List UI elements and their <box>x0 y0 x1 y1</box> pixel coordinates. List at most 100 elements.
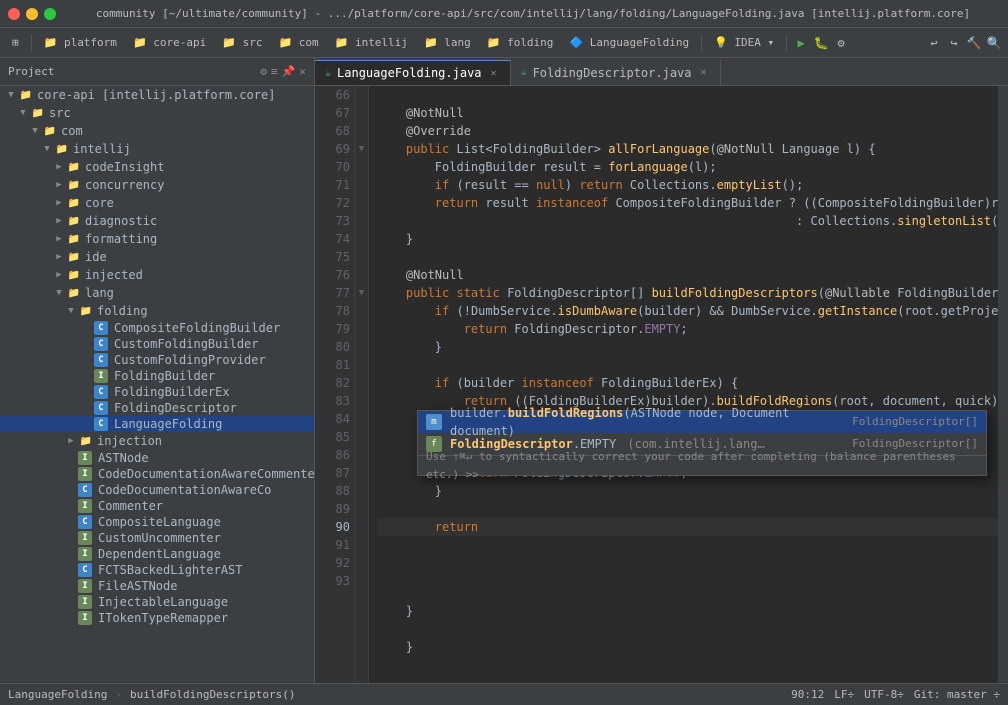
fold-69[interactable]: ▼ <box>355 140 368 158</box>
sidebar-close-icon[interactable]: ✕ <box>299 65 306 78</box>
type-language-69: Language <box>774 140 846 158</box>
autocomplete-item-buildFoldRegions[interactable]: m builder.buildFoldRegions(ASTNode node,… <box>418 411 986 433</box>
sidebar-item-CodeDocumentationAwareCo[interactable]: C CodeDocumentationAwareCo <box>0 482 314 498</box>
vcs-status[interactable]: Git: master ÷ <box>914 688 1000 701</box>
sidebar-label-DependentLanguage: DependentLanguage <box>98 547 221 561</box>
line-num-80: 80 <box>319 338 350 356</box>
cursor-position[interactable]: 90:12 <box>791 688 824 701</box>
punct-paren2-69: ) { <box>854 140 876 158</box>
toolbar-core-api[interactable]: 📁 core-api <box>127 34 212 51</box>
class-icon-InjectableLanguage: I <box>78 595 92 609</box>
sidebar-item-codeInsight[interactable]: ▶ 📁 codeInsight <box>0 158 314 176</box>
sidebar-item-injection[interactable]: ▶ 📁 injection <box>0 432 314 450</box>
toolbar-intellij[interactable]: 📁 intellij <box>329 34 414 51</box>
tree-arrow-ASTNode <box>64 451 78 465</box>
sidebar-label-com: com <box>61 124 83 138</box>
editor-scrollbar[interactable] <box>998 86 1008 683</box>
code-editor[interactable]: 66 67 68 69 70 71 72 73 74 75 76 77 78 7… <box>315 86 1008 683</box>
code-content[interactable]: @NotNull @Override public List<FoldingBu… <box>369 86 1008 683</box>
debug-icon[interactable]: 🐛 <box>813 35 829 51</box>
sidebar-item-FoldingBuilder[interactable]: I FoldingBuilder <box>0 368 314 384</box>
tree-arrow-diagnostic: ▶ <box>52 214 66 228</box>
maximize-button[interactable] <box>44 8 56 20</box>
code-line-75 <box>377 248 1000 266</box>
sidebar-item-Commenter[interactable]: I Commenter <box>0 498 314 514</box>
sidebar-item-lang[interactable]: ▼ 📁 lang <box>0 284 314 302</box>
toolbar-com[interactable]: 📁 com <box>272 34 324 51</box>
toolbar-folding[interactable]: 📁 folding <box>481 34 560 51</box>
line-num-91: 91 <box>319 536 350 554</box>
autocomplete-popup[interactable]: m builder.buildFoldRegions(ASTNode node,… <box>417 410 987 476</box>
traffic-lights <box>8 8 56 20</box>
undo-icon[interactable]: ↩ <box>926 35 942 51</box>
line-num-77: 77 <box>319 284 350 302</box>
settings-icon[interactable]: ⚙ <box>833 35 849 51</box>
sidebar-gear-icon[interactable]: ⚙ <box>260 65 267 78</box>
toolbar-src[interactable]: 📁 src <box>216 34 268 51</box>
kw-return-71: return <box>579 176 630 194</box>
sidebar-item-CodeDocumentationAwareCommenter[interactable]: I CodeDocumentationAwareCommenter <box>0 466 314 482</box>
sidebar-item-concurrency[interactable]: ▶ 📁 concurrency <box>0 176 314 194</box>
sidebar-item-core[interactable]: ▶ 📁 core <box>0 194 314 212</box>
sidebar-item-FCTSBackedLighterAST[interactable]: C FCTSBackedLighterAST <box>0 562 314 578</box>
sidebar-item-LanguageFolding[interactable]: C LanguageFolding <box>0 416 314 432</box>
sidebar-item-DependentLanguage[interactable]: I DependentLanguage <box>0 546 314 562</box>
tab-close-FoldingDescriptor[interactable]: ✕ <box>698 67 710 79</box>
minimize-button[interactable] <box>26 8 38 20</box>
fold-77[interactable]: ▼ <box>355 284 368 302</box>
fold-76 <box>355 266 368 284</box>
sidebar-expand-icon[interactable]: ≡ <box>271 65 278 78</box>
sidebar-item-CustomFoldingBuilder[interactable]: C CustomFoldingBuilder <box>0 336 314 352</box>
line-num-76: 76 <box>319 266 350 284</box>
redo-icon[interactable]: ↪ <box>946 35 962 51</box>
sidebar-item-com[interactable]: ▼ 📁 com <box>0 122 314 140</box>
sidebar-item-src[interactable]: ▼ 📁 src <box>0 104 314 122</box>
sidebar-item-CompositeLanguage[interactable]: C CompositeLanguage <box>0 514 314 530</box>
tab-close-LanguageFolding[interactable]: ✕ <box>488 67 500 79</box>
toolbar-idea[interactable]: 💡 IDEA ▾ <box>708 34 780 51</box>
fn-isDumbAware-78: isDumbAware <box>558 302 637 320</box>
sidebar-item-FoldingDescriptor[interactable]: C FoldingDescriptor <box>0 400 314 416</box>
sidebar-item-ASTNode[interactable]: I ASTNode <box>0 450 314 466</box>
code-line-82: if (builder instanceof FoldingBuilderEx)… <box>377 374 1000 392</box>
sidebar-item-CustomUncommenter[interactable]: I CustomUncommenter <box>0 530 314 546</box>
tab-LanguageFolding[interactable]: ☕ LanguageFolding.java ✕ <box>315 60 511 85</box>
sidebar-item-formatting[interactable]: ▶ 📁 formatting <box>0 230 314 248</box>
search-icon[interactable]: 🔍 <box>986 35 1002 51</box>
code-line-74: } <box>377 230 1000 248</box>
sidebar-item-CustomFoldingProvider[interactable]: C CustomFoldingProvider <box>0 352 314 368</box>
sidebar-item-intellij[interactable]: ▼ 📁 intellij <box>0 140 314 158</box>
sidebar-label-concurrency: concurrency <box>85 178 164 192</box>
kw-public-77: public <box>377 284 456 302</box>
sidebar-item-CompositeFoldingBuilder[interactable]: C CompositeFoldingBuilder <box>0 320 314 336</box>
sidebar-item-ITokenTypeRemapper[interactable]: I ITokenTypeRemapper <box>0 610 314 626</box>
window-title: community [~/ultimate/community] - .../p… <box>66 7 1000 20</box>
build-icon[interactable]: 🔨 <box>966 35 982 51</box>
line-num-88: 88 <box>319 482 350 500</box>
file-encoding[interactable]: UTF-8÷ <box>864 688 904 701</box>
toolbar-project[interactable]: ⊞ <box>6 34 25 51</box>
sidebar-item-ide[interactable]: ▶ 📁 ide <box>0 248 314 266</box>
sidebar-pin-icon[interactable]: 📌 <box>282 65 296 78</box>
toolbar-languagefolding[interactable]: 🔷 LanguageFolding <box>563 34 695 51</box>
toolbar-platform[interactable]: 📁 platform <box>38 34 123 51</box>
sidebar-item-InjectableLanguage[interactable]: I InjectableLanguage <box>0 594 314 610</box>
run-icon[interactable]: ▶ <box>793 35 809 51</box>
close-button[interactable] <box>8 8 20 20</box>
sidebar-item-FileASTNode[interactable]: I FileASTNode <box>0 578 314 594</box>
sidebar-item-injected[interactable]: ▶ 📁 injected <box>0 266 314 284</box>
sidebar-label-ITokenTypeRemapper: ITokenTypeRemapper <box>98 611 228 625</box>
sidebar-item-diagnostic[interactable]: ▶ 📁 diagnostic <box>0 212 314 230</box>
line-ending[interactable]: LF÷ <box>834 688 854 701</box>
line-num-86: 86 <box>319 446 350 464</box>
class-icon-CompositeLanguage: C <box>78 515 92 529</box>
tab-label-FoldingDescriptor: FoldingDescriptor.java <box>533 66 692 80</box>
sidebar-item-folding[interactable]: ▼ 📁 folding <box>0 302 314 320</box>
sidebar-item-FoldingBuilderEx[interactable]: C FoldingBuilderEx <box>0 384 314 400</box>
code-line-66 <box>377 86 1000 104</box>
tab-FoldingDescriptor[interactable]: ☕ FoldingDescriptor.java ✕ <box>511 60 721 85</box>
sidebar-item-core-api[interactable]: ▼ 📁 core-api [intellij.platform.core] <box>0 86 314 104</box>
toolbar-lang[interactable]: 📁 lang <box>418 34 477 51</box>
ann-nullable-77: @Nullable <box>825 284 897 302</box>
fold-92 <box>355 554 368 572</box>
